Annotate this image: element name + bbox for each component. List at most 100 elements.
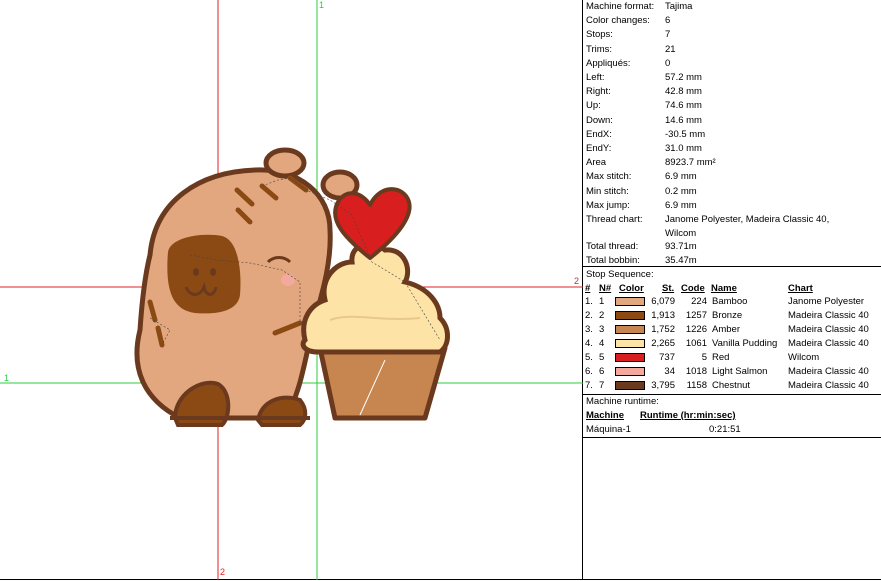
thread-name: Chestnut xyxy=(712,380,751,391)
info-value: 21 xyxy=(665,43,676,55)
info-key: Up: xyxy=(586,100,601,112)
stop-stitches: 1,913 xyxy=(651,310,675,321)
thread-chart: Madeira Classic 40 xyxy=(788,338,869,349)
info-value: Janome Polyester, Madeira Classic 40, xyxy=(665,214,830,225)
color-swatch xyxy=(615,353,645,362)
info-value: 0.2 mm xyxy=(665,185,697,197)
info-key: Trims: xyxy=(586,43,613,55)
info-key: Appliqués: xyxy=(586,57,631,69)
info-key: Max jump: xyxy=(586,199,630,211)
runtime-row: Máquina-1 0:21:51 xyxy=(583,423,881,437)
info-key: Max stitch: xyxy=(586,171,632,183)
thread-chart: Madeira Classic 40 xyxy=(788,380,869,391)
design-canvas[interactable]: 1 1 2 2 xyxy=(0,0,583,580)
col-header-n: N# xyxy=(599,283,612,294)
machine-runtime: 0:21:51 xyxy=(709,424,741,435)
thread-chart: Wilcom xyxy=(788,352,820,363)
thread-chart: Madeira Classic 40 xyxy=(788,366,869,377)
stop-n: 5 xyxy=(599,352,605,363)
embroidery-preview xyxy=(0,0,583,580)
stop-row: 7. 7 3,795 1158 Chestnut Madeira Classic 40 xyxy=(583,379,881,393)
guide-label-v2: 2 xyxy=(220,567,226,577)
stop-stitches: 2,265 xyxy=(651,338,675,349)
divider xyxy=(583,266,881,267)
color-swatch xyxy=(615,367,645,376)
info-value: 31.0 mm xyxy=(665,143,702,154)
col-header-stitches: St. xyxy=(662,283,675,294)
info-key: Total thread: xyxy=(586,240,639,252)
info-key: Stops: xyxy=(586,29,613,41)
stop-code: 224 xyxy=(691,296,707,307)
thread-name: Bamboo xyxy=(712,296,748,307)
stop-stitches: 3,795 xyxy=(651,380,675,391)
thread-name: Vanilla Pudding xyxy=(712,338,778,349)
guide-label-h1: 1 xyxy=(4,373,10,383)
stop-index: 6. xyxy=(585,366,593,377)
thread-name: Light Salmon xyxy=(712,366,768,377)
info-value: 42.8 mm xyxy=(665,86,702,98)
info-key: Min stitch: xyxy=(586,185,629,197)
col-header-runtime: Runtime (hr:min:sec) xyxy=(640,410,736,421)
stop-index: 3. xyxy=(585,324,593,335)
stop-n: 3 xyxy=(599,324,605,335)
info-value: 8923.7 mm² xyxy=(665,157,716,169)
info-key: Down: xyxy=(586,114,613,126)
info-value: 0 xyxy=(665,57,671,69)
stop-index: 2. xyxy=(585,310,593,321)
stop-code: 1158 xyxy=(686,380,707,391)
info-key: Machine format: xyxy=(586,1,655,12)
info-value: 7 xyxy=(665,29,671,41)
stop-row: 1. 1 6,079 224 Bamboo Janome Polyester xyxy=(583,295,881,309)
stop-stitches: 737 xyxy=(659,352,675,363)
stop-stitches: 1,752 xyxy=(651,324,675,335)
stop-n: 1 xyxy=(599,296,605,307)
col-header-name: Name xyxy=(711,283,737,294)
thread-name: Bronze xyxy=(712,310,743,321)
color-swatch xyxy=(615,325,645,334)
info-key: Area xyxy=(586,157,607,169)
col-header-index: # xyxy=(585,283,591,294)
heart xyxy=(333,187,412,260)
machine-name: Máquina-1 xyxy=(586,424,631,435)
color-swatch xyxy=(615,339,645,348)
stop-code: 5 xyxy=(701,352,707,363)
stop-n: 7 xyxy=(599,380,605,391)
machine-runtime-title: Machine runtime: xyxy=(586,396,659,407)
stop-row: 6. 6 34 1018 Light Salmon Madeira Classic 40 xyxy=(583,365,881,379)
stop-code: 1226 xyxy=(685,324,707,335)
info-key: Left: xyxy=(586,72,605,83)
thread-name: Red xyxy=(712,352,730,363)
stop-index: 5. xyxy=(585,352,593,363)
stop-row: 3. 3 1,752 1226 Amber Madeira Classic 40 xyxy=(583,323,881,337)
col-header-color: Color xyxy=(619,283,644,294)
stop-n: 2 xyxy=(599,310,605,321)
stop-index: 7. xyxy=(585,380,593,391)
color-swatch xyxy=(615,311,645,320)
thread-chart: Janome Polyester xyxy=(788,296,865,307)
stop-sequence-title: Stop Sequence: xyxy=(586,269,654,280)
info-value: 93.71m xyxy=(665,240,697,252)
info-value: -30.5 mm xyxy=(665,128,706,140)
info-value: 6.9 mm xyxy=(665,199,697,211)
stop-index: 1. xyxy=(585,296,593,307)
stop-row: 2. 2 1,913 1257 Bronze Madeira Classic 40 xyxy=(583,309,881,323)
stop-stitches: 34 xyxy=(664,366,675,377)
guide-label-v1: 1 xyxy=(319,0,325,10)
info-value: 14.6 mm xyxy=(665,114,702,126)
stop-index: 4. xyxy=(585,338,593,349)
info-key: Color changes: xyxy=(586,15,650,27)
stop-code: 1257 xyxy=(685,310,707,321)
stop-row: 4. 4 2,265 1061 Vanilla Pudding Madeira Class… xyxy=(583,337,881,351)
color-swatch xyxy=(615,297,645,306)
stop-n: 4 xyxy=(599,338,605,349)
info-value: 74.6 mm xyxy=(665,100,702,112)
thread-name: Amber xyxy=(712,324,740,335)
col-header-code: Code xyxy=(681,283,705,294)
info-key: Thread chart: xyxy=(586,214,643,225)
stop-stitches: 6,079 xyxy=(651,296,675,307)
design-info-panel: Machine format: Tajima Color changes: 6 Stop… xyxy=(583,0,881,580)
info-value: 6 xyxy=(665,15,671,27)
guide-label-h2: 2 xyxy=(574,276,580,286)
stop-code: 1061 xyxy=(685,338,707,349)
thread-chart: Madeira Classic 40 xyxy=(788,324,869,335)
